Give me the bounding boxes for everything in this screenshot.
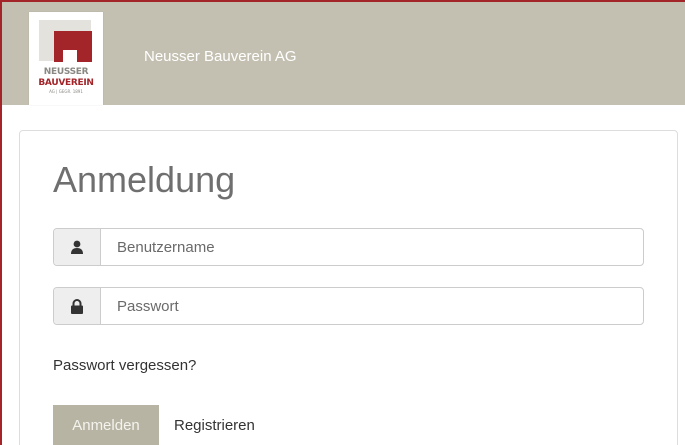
- forgot-password-link[interactable]: Passwort vergessen?: [53, 357, 196, 374]
- logo-text-tagline: AG | GEGR. 1891: [49, 89, 83, 94]
- username-input[interactable]: [101, 229, 643, 265]
- username-input-group: [53, 228, 644, 266]
- logo-text-neusser: NEUSSER: [43, 67, 89, 77]
- user-icon: [54, 229, 101, 265]
- login-button[interactable]: Anmelden: [53, 405, 159, 445]
- register-button[interactable]: Registrieren: [174, 405, 255, 445]
- company-name[interactable]: Neusser Bauverein AG: [144, 48, 297, 65]
- page-title: Anmeldung: [53, 159, 236, 200]
- logo-text-bauverein: BAUVEREIN: [38, 78, 94, 88]
- login-panel: Anmeldung Passwort vergessen? Anmelden R…: [19, 130, 678, 445]
- logo-emblem-window: [63, 50, 77, 62]
- password-input-group: [53, 287, 644, 325]
- company-logo[interactable]: NEUSSER BAUVEREIN AG | GEGR. 1891: [29, 12, 103, 105]
- header-bar: NEUSSER BAUVEREIN AG | GEGR. 1891 Neusse…: [2, 2, 685, 105]
- page-frame: NEUSSER BAUVEREIN AG | GEGR. 1891 Neusse…: [0, 0, 685, 445]
- lock-icon: [54, 288, 101, 324]
- password-input[interactable]: [101, 288, 643, 324]
- logo-emblem: [39, 20, 92, 62]
